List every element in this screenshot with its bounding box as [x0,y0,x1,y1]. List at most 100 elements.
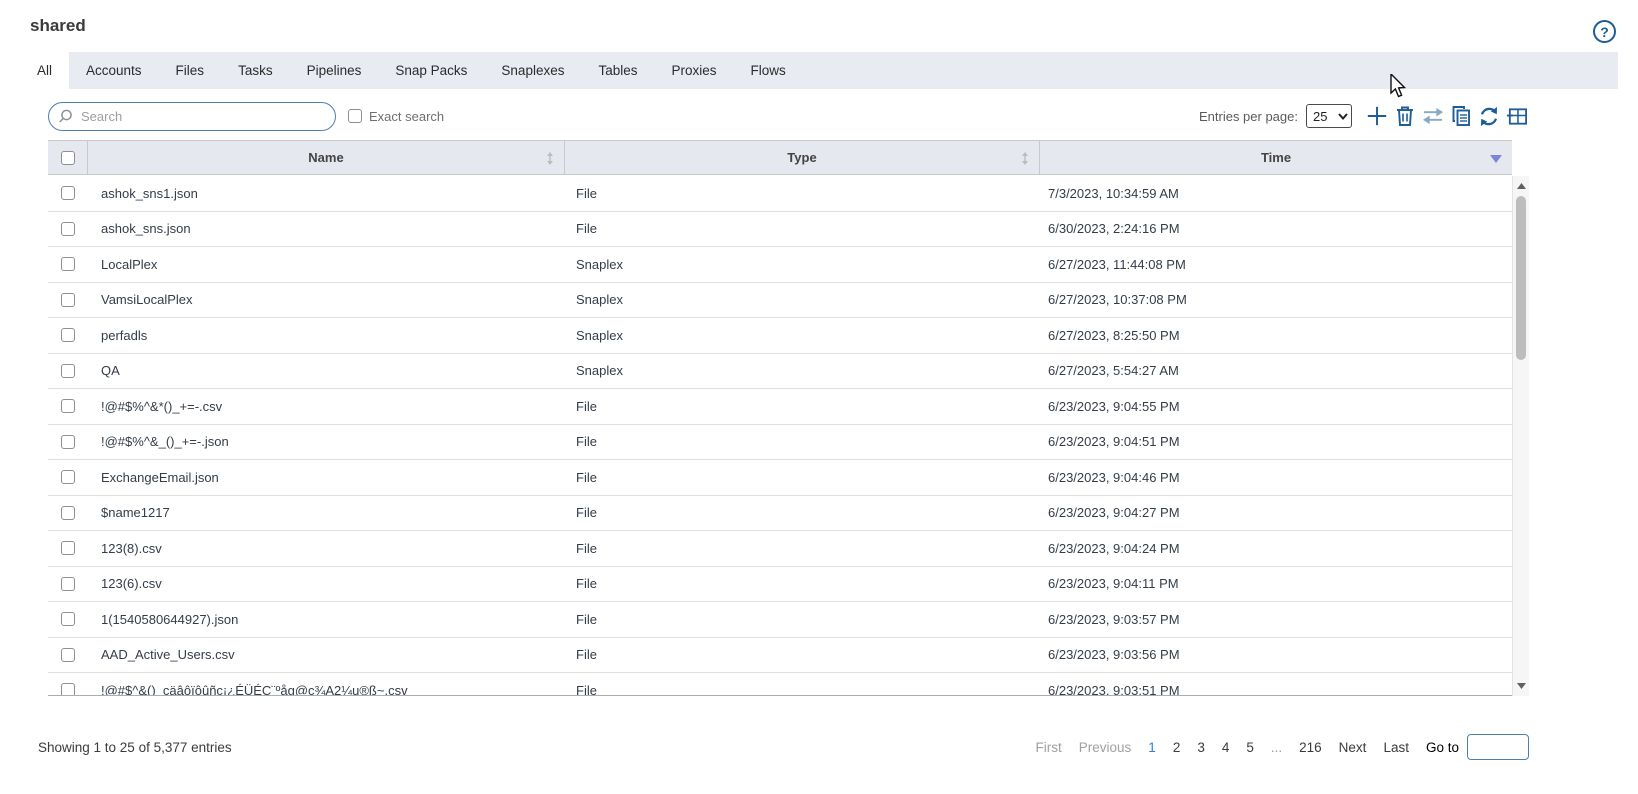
tab-all[interactable]: All [20,52,70,89]
row-name[interactable]: perfadls [88,328,565,343]
row-checkbox[interactable] [61,612,75,627]
sort-desc-icon[interactable] [1490,155,1502,164]
search-input[interactable] [48,101,336,131]
row-name[interactable]: $name1217 [88,505,565,520]
tab-snaplexes[interactable]: Snaplexes [484,52,581,89]
tab-proxies[interactable]: Proxies [655,52,734,89]
row-time: 6/23/2023, 9:04:27 PM [1048,505,1180,521]
row-name[interactable]: QA [88,363,565,378]
table-row[interactable]: ExchangeEmail.json File 6/23/2023, 9:04:46… [48,460,1512,496]
help-icon[interactable]: ? [1593,20,1616,43]
row-name[interactable]: ExchangeEmail.json [88,470,565,485]
scroll-down-arrow-icon[interactable] [1513,678,1530,694]
table-row[interactable]: 123(6).csv File 6/23/2023, 9:04:11 PM [48,566,1512,602]
tab-pipelines[interactable]: Pipelines [290,52,379,89]
scrollbar-thumb[interactable] [1516,196,1526,360]
row-name[interactable]: 123(6).csv [88,576,565,591]
row-name[interactable]: VamsiLocalPlex [88,292,565,307]
row-name[interactable]: 1(1540580644927).json [88,612,565,627]
table-row[interactable]: !@#$%^&_()_+=-.json File 6/23/2023, 9:04:5… [48,424,1512,460]
row-checkbox-cell [48,186,88,201]
row-name[interactable]: AAD_Active_Users.csv [88,647,565,662]
table-row[interactable]: perfadls Snaplex 6/27/2023, 8:25:50 PM [48,318,1512,354]
row-checkbox[interactable] [61,328,75,343]
row-time: 6/23/2023, 9:03:57 PM [1048,611,1180,627]
table-row[interactable]: ashok_sns.json File 6/30/2023, 2:24:16 PM [48,211,1512,247]
copy-icon[interactable] [1450,105,1472,127]
exact-search-checkbox[interactable] [348,109,362,123]
vertical-scrollbar[interactable] [1512,176,1529,696]
row-name[interactable]: !@#$%^&_()_+=-.json [88,434,565,449]
tab-tasks[interactable]: Tasks [221,52,290,89]
row-checkbox[interactable] [61,292,75,307]
row-checkbox[interactable] [61,399,75,414]
page-number-button-4[interactable]: 4 [1222,740,1230,755]
tab-flows[interactable]: Flows [734,52,803,89]
entries-per-page-label: Entries per page: [1198,108,1298,124]
row-time: 6/23/2023, 9:04:46 PM [1048,469,1180,485]
column-header-type[interactable]: Type [565,141,1040,174]
row-checkbox[interactable] [61,541,75,556]
row-name[interactable]: ashok_sns.json [88,221,565,236]
table-row[interactable]: VamsiLocalPlex Snaplex 6/27/2023, 10:37:08… [48,282,1512,318]
page-number-button-2[interactable]: 2 [1173,740,1181,755]
row-checkbox[interactable] [61,363,75,378]
row-checkbox[interactable] [61,505,75,520]
row-checkbox[interactable] [61,186,75,201]
move-icon[interactable] [1422,105,1444,127]
row-name[interactable]: !@#$%^&*()_+=-.csv [88,399,565,414]
row-type: Snaplex [576,327,623,343]
exact-search: Exact search [348,109,444,124]
refresh-icon[interactable] [1478,105,1500,127]
table-row[interactable]: 1(1540580644927).json File 6/23/2023, 9:03… [48,602,1512,638]
table-row[interactable]: AAD_Active_Users.csv File 6/23/2023, 9:03:… [48,637,1512,673]
entries-per-page-select[interactable]: 25 [1306,104,1352,128]
goto-page-input[interactable] [1467,734,1529,760]
row-checkbox-cell [48,363,88,378]
row-name[interactable]: !@#$^&()_çäâôïôûñç¡¿ÉÜÉÇ¨ºåg@ç¾A2¼u®ß~.c… [88,683,565,695]
tab-accounts[interactable]: Accounts [69,52,159,89]
row-checkbox[interactable] [61,257,75,272]
scroll-up-arrow-icon[interactable] [1513,178,1530,194]
select-all-checkbox[interactable] [60,150,75,165]
row-checkbox[interactable] [61,647,75,662]
sort-both-icon[interactable] [546,152,554,165]
page-number-button-1[interactable]: 1 [1148,740,1156,755]
previous-page-button[interactable]: Previous [1079,740,1132,755]
table-row[interactable]: !@#$%^&*()_+=-.csv File 6/23/2023, 9:04:55… [48,389,1512,425]
tab-snap-packs[interactable]: Snap Packs [378,52,484,89]
sort-both-icon[interactable] [1021,152,1029,165]
last-page-number-button[interactable]: 216 [1299,740,1322,755]
tab-files[interactable]: Files [159,52,222,89]
file-manager-page: shared ? All Accounts Files Tasks Pipelines S… [0,0,1638,794]
table-row[interactable]: 123(8).csv File 6/23/2023, 9:04:24 PM [48,531,1512,567]
page-number-button-3[interactable]: 3 [1197,740,1205,755]
table-row[interactable]: LocalPlex Snaplex 6/27/2023, 11:44:08 PM [48,247,1512,283]
last-page-button[interactable]: Last [1383,740,1409,755]
delete-icon[interactable] [1394,105,1416,127]
first-page-button[interactable]: First [1036,740,1062,755]
row-checkbox[interactable] [61,221,75,236]
table-row[interactable]: $name1217 File 6/23/2023, 9:04:27 PM [48,495,1512,531]
table-row[interactable]: ashok_sns1.json File 7/3/2023, 10:34:59 AM [48,176,1512,212]
row-checkbox[interactable] [61,434,75,449]
row-time: 6/27/2023, 8:25:50 PM [1048,327,1180,343]
table-row[interactable]: !@#$^&()_çäâôïôûñç¡¿ÉÜÉÇ¨ºåg@ç¾A2¼u®ß~.c… [48,673,1512,695]
row-name[interactable]: LocalPlex [88,257,565,272]
row-checkbox[interactable] [61,470,75,485]
column-header-name[interactable]: Name [88,141,565,174]
row-checkbox[interactable] [61,576,75,591]
search-area: Exact search [48,101,444,131]
add-table-icon[interactable] [1506,105,1528,127]
tab-tables[interactable]: Tables [581,52,654,89]
table-row[interactable]: QA Snaplex 6/27/2023, 5:54:27 AM [48,353,1512,389]
row-type: Snaplex [576,292,623,308]
page-number-button-5[interactable]: 5 [1246,740,1254,755]
next-page-button[interactable]: Next [1339,740,1367,755]
column-header-time[interactable]: Time [1040,141,1512,174]
row-name[interactable]: ashok_sns1.json [88,186,565,201]
row-checkbox[interactable] [61,683,75,695]
row-name[interactable]: 123(8).csv [88,541,565,556]
row-time: 6/23/2023, 9:04:55 PM [1048,398,1180,414]
add-icon[interactable] [1366,105,1388,127]
